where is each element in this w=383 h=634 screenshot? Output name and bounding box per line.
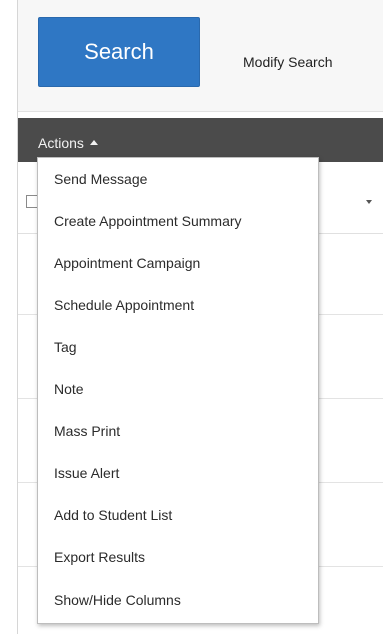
menu-item-mass-print[interactable]: Mass Print bbox=[38, 410, 318, 453]
actions-dropdown-menu: Send Message Create Appointment Summary … bbox=[37, 157, 319, 624]
menu-item-show-hide-columns[interactable]: Show/Hide Columns bbox=[38, 578, 318, 621]
menu-item-issue-alert[interactable]: Issue Alert bbox=[38, 452, 318, 495]
menu-item-send-message[interactable]: Send Message bbox=[38, 158, 318, 201]
actions-dropdown-toggle[interactable]: Actions bbox=[38, 135, 98, 151]
menu-item-tag[interactable]: Tag bbox=[38, 326, 318, 369]
page: Search Modify Search Actions Send Messag… bbox=[0, 0, 383, 634]
menu-item-appointment-campaign[interactable]: Appointment Campaign bbox=[38, 242, 318, 285]
menu-item-note[interactable]: Note bbox=[38, 368, 318, 411]
menu-item-schedule-appointment[interactable]: Schedule Appointment bbox=[38, 284, 318, 327]
menu-item-add-to-student-list[interactable]: Add to Student List bbox=[38, 494, 318, 537]
modify-search-link[interactable]: Modify Search bbox=[243, 54, 332, 70]
sort-caret-icon[interactable] bbox=[366, 200, 372, 204]
caret-up-icon bbox=[89, 140, 98, 145]
menu-item-export-results[interactable]: Export Results bbox=[38, 536, 318, 579]
actions-toggle-label: Actions bbox=[38, 135, 84, 151]
menu-item-create-appointment-summary[interactable]: Create Appointment Summary bbox=[38, 200, 318, 243]
search-button[interactable]: Search bbox=[38, 17, 200, 87]
